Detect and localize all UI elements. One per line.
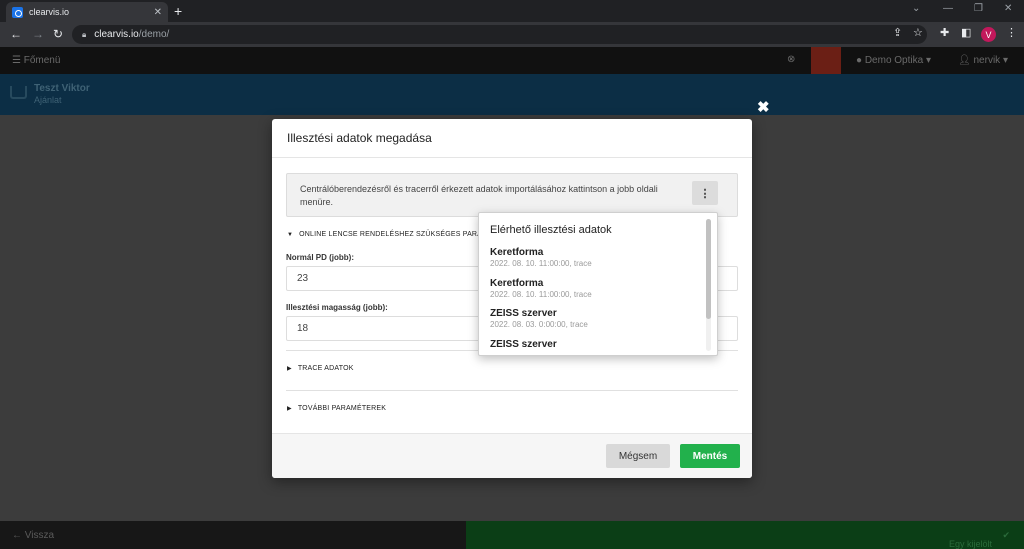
divider: [286, 390, 738, 391]
caret-right-icon: ▶: [287, 406, 292, 412]
browser-tabstrip: clearvis.io ✕ + ⌄ — ❐ ✕: [0, 0, 1024, 22]
reload-icon[interactable]: ↻: [53, 27, 63, 41]
dropdown-item[interactable]: ZEISS szerver 2022. 08. 03. 0:00:00, tra…: [490, 308, 588, 329]
caret-down-icon: ▼: [287, 231, 294, 238]
back-button: ← Vissza: [12, 530, 55, 541]
forward-arrow-icon[interactable]: →: [32, 27, 44, 41]
dropdown-item-meta: 2022. 08. 03. 0:00:00, trace: [490, 320, 588, 329]
dropdown-item[interactable]: Keretforma 2022. 08. 10. 11:00:00, trace: [490, 247, 592, 268]
address-bar[interactable]: 🔒︎ clearvis.io/demo/: [72, 25, 927, 44]
accept-bar: Egy kijelölt ajánlat elfogadásra ✔: [466, 521, 1024, 549]
share-icon[interactable]: ⇪: [893, 26, 902, 39]
url-path: /demo/: [138, 29, 170, 40]
maximize-icon[interactable]: ❐: [974, 3, 983, 14]
dropdown-item-name: ZEISS szerver: [490, 339, 557, 350]
browser-tab[interactable]: clearvis.io ✕: [6, 2, 168, 22]
customer-subtitle: Ajánlat: [34, 95, 62, 105]
app-topbar: ☰ Főmenü ⊗ ● Demo Optika ▾ 👤︎ nervik ▾: [0, 47, 1024, 74]
browser-menu-icon[interactable]: ⋮: [1006, 26, 1017, 39]
dropdown-title: Elérhető illesztési adatok: [490, 224, 612, 236]
main-menu-button: ☰ Főmenü: [12, 55, 61, 66]
tab-close-icon[interactable]: ✕: [154, 7, 162, 18]
user-menu: 👤︎ nervik ▾: [958, 55, 1008, 66]
app-header: Teszt Viktor Ajánlat: [0, 74, 1024, 115]
dropdown-item-meta: 2022. 08. 10. 11:00:00, trace: [490, 259, 592, 268]
import-menu-button[interactable]: ⋮: [692, 181, 718, 205]
pd-label: Normál PD (jobb):: [286, 253, 354, 262]
caret-right-icon: ▶: [287, 366, 292, 372]
org-label: Demo Optika: [864, 55, 924, 66]
customer-name: Teszt Viktor: [34, 83, 90, 94]
profile-avatar[interactable]: V: [981, 27, 996, 42]
tab-search-icon[interactable]: ⌄: [912, 3, 920, 14]
url-host: clearvis.io: [94, 29, 139, 40]
divider: [272, 157, 752, 158]
overlay-close-icon[interactable]: ✖: [757, 98, 770, 116]
dropdown-scrollbar-thumb[interactable]: [706, 219, 711, 319]
dropdown-item[interactable]: Keretforma 2022. 08. 10. 11:00:00, trace: [490, 278, 592, 299]
dropdown-item-name: Keretforma: [490, 247, 544, 258]
bookmark-star-icon[interactable]: ☆: [913, 26, 923, 39]
accept-status: Egy kijelölt ajánlat elfogadásra ✔: [948, 530, 1010, 549]
modal-footer: Mégsem Mentés: [272, 434, 752, 478]
section-trace-label: TRACE ADATOK: [297, 365, 354, 372]
back-label: Vissza: [24, 530, 55, 541]
eye-favicon-icon: [12, 6, 23, 18]
lock-icon: 🔒︎: [82, 29, 87, 39]
dropdown-item-name: ZEISS szerver: [490, 308, 557, 319]
section-more-label: TOVÁBBI PARAMÉTEREK: [297, 405, 387, 412]
tab-title: clearvis.io: [29, 7, 70, 17]
back-arrow-icon[interactable]: ←: [10, 27, 22, 41]
section-more-params[interactable]: ▶ TOVÁBBI PARAMÉTEREK: [287, 405, 386, 412]
modal-title: Illesztési adatok megadása: [287, 131, 432, 145]
import-info-box: Centrálóberendezésről és tracerről érkez…: [286, 173, 738, 217]
section-trace[interactable]: ▶ TRACE ADATOK: [287, 365, 354, 372]
notification-bell-icon: [811, 47, 841, 74]
dropdown-item[interactable]: ZEISS szerver: [490, 339, 557, 351]
fitting-data-dropdown: Elérhető illesztési adatok Keretforma 20…: [478, 212, 718, 356]
cancel-button[interactable]: Mégsem: [606, 444, 670, 468]
minimize-icon[interactable]: —: [943, 3, 953, 14]
close-circle-icon: ⊗: [787, 54, 796, 65]
fitting-height-label: Illesztési magasság (jobb):: [286, 303, 388, 312]
import-info-text: Centrálóberendezésről és tracerről érkez…: [300, 184, 658, 207]
extensions-puzzle-icon[interactable]: ✚: [940, 26, 949, 39]
org-selector: ● Demo Optika ▾: [856, 55, 931, 66]
app-footer: ← Vissza Egy kijelölt ajánlat elfogadásr…: [0, 521, 1024, 549]
user-label: nervik: [973, 55, 1001, 66]
new-tab-button[interactable]: +: [174, 3, 182, 19]
dropdown-item-name: Keretforma: [490, 278, 544, 289]
save-button[interactable]: Mentés: [680, 444, 740, 468]
dropdown-item-meta: 2022. 08. 10. 11:00:00, trace: [490, 290, 592, 299]
cart-icon: [10, 86, 27, 99]
side-panel-icon[interactable]: ◧: [961, 26, 971, 39]
window-close-icon[interactable]: ✕: [1004, 3, 1012, 14]
browser-toolbar: ← → ↻ 🔒︎ clearvis.io/demo/ ⇪ ☆ ✚ ◧ ⋮: [0, 22, 1024, 47]
